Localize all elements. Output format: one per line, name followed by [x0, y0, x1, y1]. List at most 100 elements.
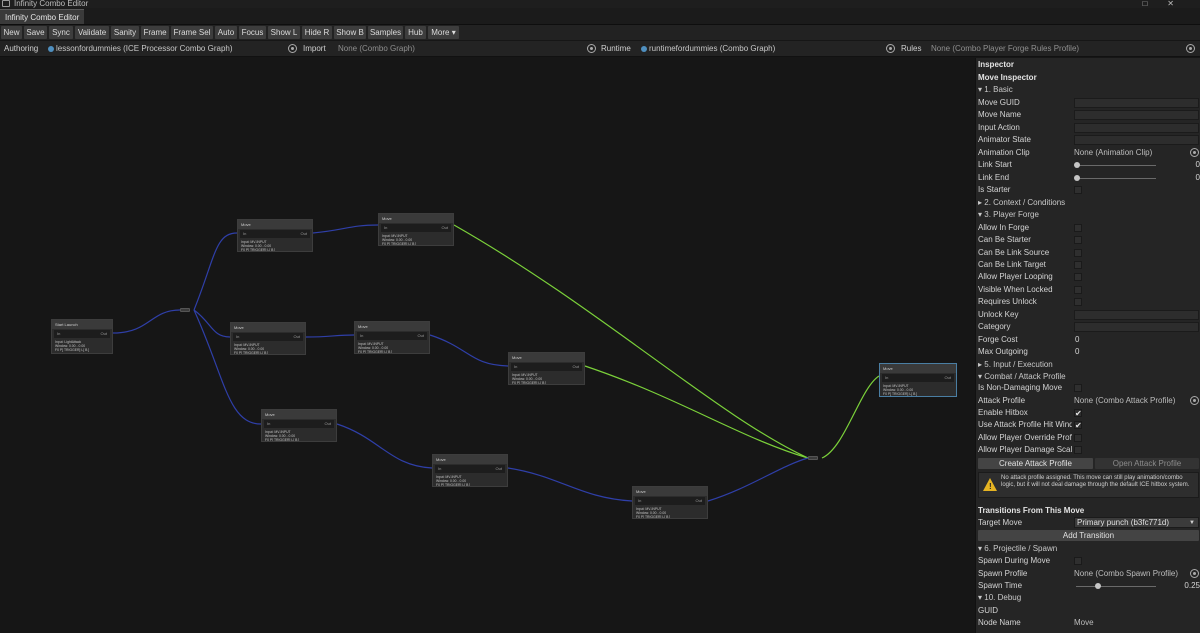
- runtime-picker-icon[interactable]: [886, 44, 895, 53]
- more-dropdown-button[interactable]: More ▾: [428, 26, 459, 39]
- animation-clip-field[interactable]: None (Animation Clip): [1074, 147, 1152, 159]
- use-attack-profile-hit-checkbox[interactable]: ✔: [1074, 421, 1082, 430]
- import-field[interactable]: None (Combo Graph): [338, 44, 415, 54]
- sanity-button[interactable]: Sanity: [111, 26, 139, 39]
- link-end-value[interactable]: 0: [1160, 172, 1200, 184]
- frame-sel-button[interactable]: Frame Sel: [171, 26, 213, 39]
- validate-button[interactable]: Validate: [75, 26, 109, 39]
- output-port[interactable]: Out: [294, 334, 300, 339]
- save-button[interactable]: Save: [24, 26, 47, 39]
- forge-cost-field[interactable]: 0: [1075, 334, 1079, 346]
- can-be-link-target-checkbox[interactable]: [1074, 261, 1082, 269]
- allow-player-damage-checkbox[interactable]: [1074, 446, 1082, 454]
- input-port[interactable]: In: [638, 498, 641, 503]
- allow-player-override-checkbox[interactable]: [1074, 434, 1082, 442]
- output-port[interactable]: Out: [696, 498, 702, 503]
- link-start-slider[interactable]: [1076, 165, 1156, 166]
- output-port[interactable]: Out: [573, 364, 579, 369]
- auto-button[interactable]: Auto: [215, 26, 237, 39]
- graph-node-move[interactable]: Move In Out Input: MV-INPUT Window: 0.00 …: [432, 454, 508, 487]
- authoring-picker-icon[interactable]: [288, 44, 297, 53]
- can-be-link-source-checkbox[interactable]: [1074, 249, 1082, 257]
- relay-node[interactable]: [808, 456, 818, 460]
- input-action-field[interactable]: [1074, 123, 1199, 133]
- spawn-time-slider[interactable]: [1076, 586, 1156, 587]
- spawn-time-slider-handle[interactable]: [1095, 583, 1101, 589]
- target-move-dropdown[interactable]: Primary punch (b3fc771d) ▼: [1074, 517, 1199, 528]
- output-port[interactable]: Out: [442, 225, 448, 230]
- graph-node-move[interactable]: Move In Out Input: MV-INPUT Window: 0.00 …: [230, 322, 306, 355]
- add-transition-button[interactable]: Add Transition: [978, 530, 1199, 541]
- can-be-starter-checkbox[interactable]: [1074, 236, 1082, 244]
- foldout-debug[interactable]: ▾ 10. Debug: [978, 592, 1199, 604]
- link-start-slider-handle[interactable]: [1074, 162, 1080, 168]
- max-outgoing-field[interactable]: 0: [1075, 346, 1079, 358]
- graph-node-start[interactable]: Start Launch In Out Input: LightAttack Wi…: [51, 319, 113, 354]
- output-port[interactable]: Out: [496, 466, 502, 471]
- graph-node-move[interactable]: Move In Out Input: MV-INPUT Window: 0.00 …: [508, 352, 585, 385]
- link-end-slider[interactable]: [1076, 178, 1156, 179]
- animation-clip-picker-icon[interactable]: [1190, 148, 1199, 157]
- focus-button[interactable]: Focus: [239, 26, 266, 39]
- link-end-slider-handle[interactable]: [1074, 175, 1080, 181]
- is-non-damaging-checkbox[interactable]: [1074, 384, 1082, 392]
- output-port[interactable]: Out: [301, 231, 307, 236]
- relay-node[interactable]: [180, 308, 190, 312]
- hub-button[interactable]: Hub: [405, 26, 426, 39]
- frame-button[interactable]: Frame: [141, 26, 169, 39]
- graph-node-move[interactable]: Move In Out Input: MV-INPUT Window: 0.00 …: [378, 213, 454, 246]
- authoring-field[interactable]: lessonfordummies (ICE Processor Combo Gr…: [48, 44, 233, 54]
- input-port[interactable]: In: [384, 225, 387, 230]
- input-port[interactable]: In: [438, 466, 441, 471]
- unlock-key-field[interactable]: [1074, 310, 1199, 320]
- window-controls[interactable]: □✕: [1142, 0, 1194, 8]
- show-l-button[interactable]: Show L: [268, 26, 300, 39]
- close-icon[interactable]: ✕: [1167, 0, 1194, 8]
- graph-node-move-selected[interactable]: Move In Out Input: MV-INPUT Window: 0.00 …: [879, 363, 957, 397]
- input-port[interactable]: In: [243, 231, 246, 236]
- link-start-value[interactable]: 0: [1160, 159, 1200, 171]
- spawn-profile-field[interactable]: None (Combo Spawn Profile): [1074, 568, 1178, 580]
- input-port[interactable]: In: [514, 364, 517, 369]
- animator-state-field[interactable]: [1074, 135, 1199, 145]
- graph-canvas[interactable]: Start Launch In Out Input: LightAttack Wi…: [0, 58, 975, 633]
- move-guid-field[interactable]: [1074, 98, 1199, 108]
- runtime-field[interactable]: runtimefordummies (Combo Graph): [641, 44, 775, 54]
- input-port[interactable]: In: [57, 331, 60, 336]
- graph-node-move[interactable]: Move In Out Input: MV-INPUT Window: 0.00 …: [261, 409, 337, 442]
- spawn-profile-picker-icon[interactable]: [1190, 569, 1199, 578]
- foldout-basic[interactable]: ▾ 1. Basic: [978, 84, 1199, 96]
- foldout-context[interactable]: ▸ 2. Context / Conditions: [978, 197, 1199, 209]
- foldout-projectile-spawn[interactable]: ▾ 6. Projectile / Spawn: [978, 543, 1199, 555]
- is-starter-checkbox[interactable]: [1074, 186, 1082, 194]
- spawn-during-move-checkbox[interactable]: [1074, 557, 1082, 565]
- allow-player-looping-checkbox[interactable]: [1074, 273, 1082, 281]
- requires-unlock-checkbox[interactable]: [1074, 298, 1082, 306]
- graph-node-move[interactable]: Move In Out Input: MV-INPUT Window: 0.00 …: [354, 321, 430, 354]
- rules-field[interactable]: None (Combo Player Forge Rules Profile): [931, 44, 1079, 54]
- show-b-button[interactable]: Show B: [334, 26, 366, 39]
- open-attack-profile-button[interactable]: Open Attack Profile: [1095, 458, 1199, 469]
- output-port[interactable]: Out: [325, 421, 331, 426]
- move-name-field[interactable]: [1074, 110, 1199, 120]
- new-button[interactable]: New: [1, 26, 22, 39]
- attack-profile-field[interactable]: None (Combo Attack Profile): [1074, 395, 1175, 407]
- allow-in-forge-checkbox[interactable]: [1074, 224, 1082, 232]
- input-port[interactable]: In: [267, 421, 270, 426]
- output-port[interactable]: Out: [945, 375, 951, 380]
- foldout-input-execution[interactable]: ▸ 5. Input / Execution: [978, 359, 1199, 371]
- hide-r-button[interactable]: Hide R: [302, 26, 332, 39]
- enable-hitbox-checkbox[interactable]: ✔: [1074, 409, 1082, 418]
- output-port[interactable]: Out: [101, 331, 107, 336]
- attack-profile-picker-icon[interactable]: [1190, 396, 1199, 405]
- foldout-player-forge[interactable]: ▾ 3. Player Forge: [978, 209, 1199, 221]
- spawn-time-value[interactable]: 0.25: [1160, 580, 1200, 592]
- graph-node-move[interactable]: Move In Out Input: MV-INPUT Window: 0.00 …: [237, 219, 313, 252]
- visible-when-locked-checkbox[interactable]: [1074, 286, 1082, 294]
- maximize-icon[interactable]: □: [1142, 0, 1167, 8]
- sync-button[interactable]: Sync: [49, 26, 73, 39]
- output-port[interactable]: Out: [418, 333, 424, 338]
- input-port[interactable]: In: [885, 375, 888, 380]
- samples-button[interactable]: Samples: [368, 26, 403, 39]
- import-picker-icon[interactable]: [587, 44, 596, 53]
